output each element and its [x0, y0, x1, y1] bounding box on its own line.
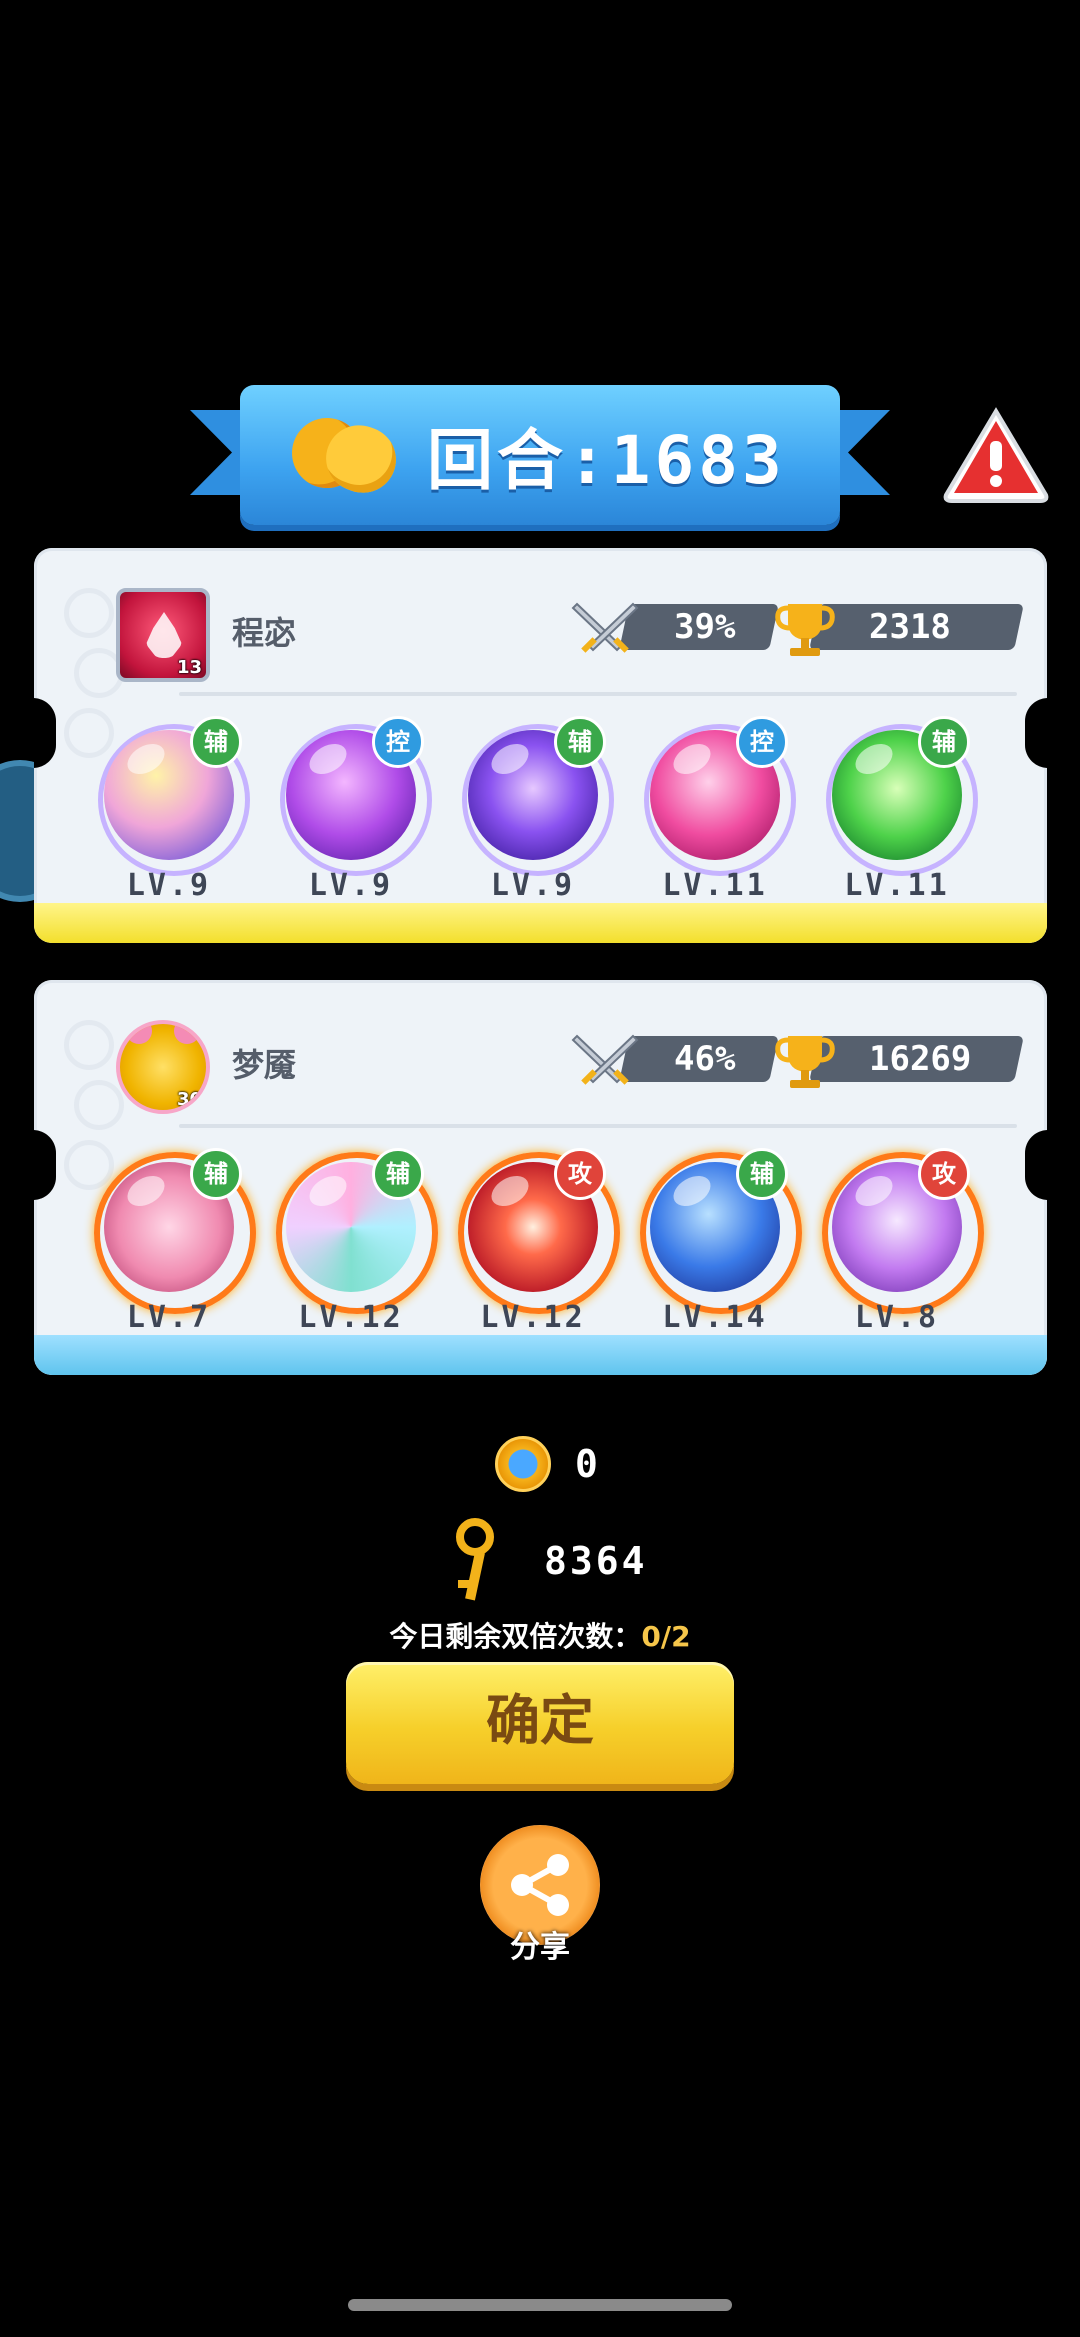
gem-level: LV.12: [298, 1300, 404, 1335]
gem-role-tag: 控: [372, 716, 424, 768]
gem-role-tag: 攻: [918, 1148, 970, 1200]
win-rate-value: 39%: [674, 607, 736, 647]
star-coin-icon: [495, 1436, 551, 1492]
star-reward-value: 0: [575, 1442, 601, 1486]
key-reward: 8364: [444, 1518, 648, 1604]
trophy-badge: 2318: [809, 604, 1024, 650]
player-name[interactable]: 程宓: [232, 608, 296, 654]
card-notch-left: [34, 1130, 56, 1200]
card-notch-right: [1025, 698, 1047, 768]
crossed-swords-icon: [571, 1034, 639, 1085]
gem-slot[interactable]: 辅 LV.11: [822, 716, 978, 906]
trophy-icon: [775, 1036, 835, 1088]
gem-level: LV.14: [662, 1300, 768, 1335]
gem-level: LV.11: [844, 868, 950, 903]
double-count-value: 0/2: [641, 1620, 691, 1653]
gem-level: LV.8: [854, 1300, 940, 1335]
card-color-band: [34, 903, 1047, 943]
star-reward: 0: [495, 1436, 601, 1492]
card-color-band: [34, 1335, 1047, 1375]
gem-slot[interactable]: 辅 LV.9: [94, 716, 250, 906]
gem-level: LV.7: [126, 1300, 212, 1335]
gem-role-tag: 辅: [190, 716, 242, 768]
gem-role-tag: 控: [736, 716, 788, 768]
gem-role-tag: 辅: [372, 1148, 424, 1200]
gem-slot[interactable]: 攻 LV.8: [822, 1148, 984, 1338]
card-divider: [179, 1124, 1017, 1128]
avatar-level: 30: [176, 1089, 202, 1110]
trophy-value: 16269: [869, 1039, 972, 1079]
gem-slot[interactable]: 辅 LV.7: [94, 1148, 256, 1338]
double-count-label: 今日剩余双倍次数：: [389, 1620, 642, 1653]
crossed-swords-icon: [571, 602, 639, 653]
gem-slot[interactable]: 辅 LV.14: [640, 1148, 802, 1338]
key-reward-value: 8364: [544, 1539, 648, 1583]
player-name[interactable]: 梦魇: [232, 1040, 296, 1086]
flame-icon: [146, 612, 182, 658]
gem-level: LV.11: [662, 868, 768, 903]
card-notch-right: [1025, 1130, 1047, 1200]
gem-slot[interactable]: 辅 LV.12: [276, 1148, 438, 1338]
gem-role-tag: 辅: [190, 1148, 242, 1200]
gem-role-tag: 辅: [918, 716, 970, 768]
gem-row: 辅 LV.9 控 LV.9 辅 LV.9 控 LV.11 辅 LV.11: [94, 716, 1014, 906]
avatar[interactable]: 13: [116, 588, 210, 682]
card-notch-left: [34, 698, 56, 768]
trophy-icon: [775, 604, 835, 656]
trophy-badge: 16269: [809, 1036, 1024, 1082]
key-icon: [444, 1518, 504, 1604]
home-indicator[interactable]: [348, 2299, 732, 2311]
gem-slot[interactable]: 控 LV.11: [640, 716, 796, 906]
gem-role-tag: 攻: [554, 1148, 606, 1200]
round-counter: 回合:1683: [427, 422, 786, 499]
gem-slot[interactable]: 攻 LV.12: [458, 1148, 620, 1338]
avatar-level: 13: [176, 657, 202, 678]
gem-role-tag: 辅: [736, 1148, 788, 1200]
win-rate-badge: 39%: [619, 604, 779, 650]
gem-level: LV.9: [126, 868, 212, 903]
player-card-2: 30 梦魇 46% 16269 辅 LV.7 辅 LV.12 攻 LV.12 辅…: [34, 980, 1047, 1375]
gem-level: LV.12: [480, 1300, 586, 1335]
gem-role-tag: 辅: [554, 716, 606, 768]
gem-slot[interactable]: 控 LV.9: [276, 716, 432, 906]
trophy-value: 2318: [869, 607, 951, 647]
gem-level: LV.9: [308, 868, 394, 903]
gem-slot[interactable]: 辅 LV.9: [458, 716, 614, 906]
avatar[interactable]: 30: [116, 1020, 210, 1114]
double-count-line: 今日剩余双倍次数：0/2: [0, 1615, 1080, 1655]
handshake-icon: [282, 407, 406, 503]
win-rate-badge: 46%: [619, 1036, 779, 1082]
card-divider: [179, 692, 1017, 696]
win-rate-value: 46%: [674, 1039, 736, 1079]
gem-level: LV.9: [490, 868, 576, 903]
player-card-1: 13 程宓 39% 2318 辅 LV.9 控 LV.9 辅 LV.9 控 LV…: [34, 548, 1047, 943]
round-banner: 回合:1683: [240, 385, 840, 525]
share-label[interactable]: 分享: [0, 1922, 1080, 1966]
warning-icon[interactable]: [940, 405, 1052, 505]
confirm-button[interactable]: 确定: [346, 1662, 734, 1784]
gem-row: 辅 LV.7 辅 LV.12 攻 LV.12 辅 LV.14 攻 LV.8: [94, 1148, 1014, 1338]
